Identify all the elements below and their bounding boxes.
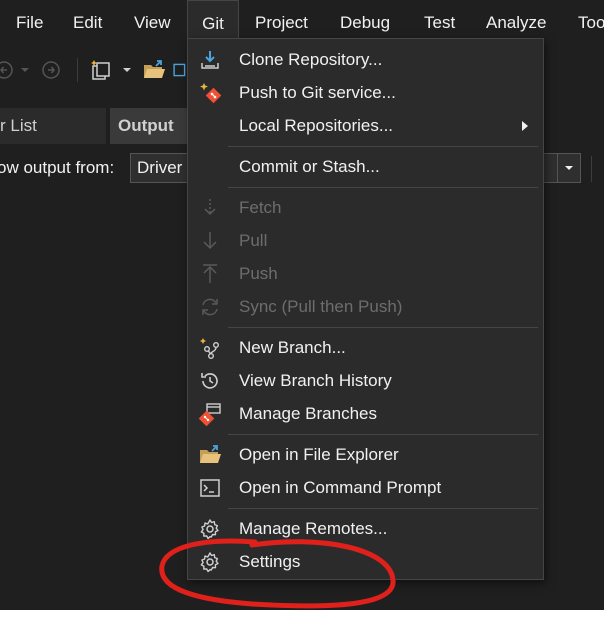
git-menu-dropdown: Clone Repository... Push to Git service.… [187, 38, 544, 580]
menu-item-push: Push [188, 257, 543, 290]
manage-branches-icon [196, 397, 224, 430]
menu-separator [228, 327, 538, 328]
menu-item-label: Push to Git service... [239, 83, 396, 102]
menu-item-sync: Sync (Pull then Push) [188, 290, 543, 323]
gear-icon [196, 545, 224, 578]
menu-item-label: Pull [239, 231, 268, 250]
pull-icon [196, 224, 224, 257]
git-push-service-icon [196, 76, 224, 109]
menu-item-label: Sync (Pull then Push) [239, 297, 403, 316]
menu-item-manage-remotes[interactable]: Manage Remotes... [188, 512, 543, 545]
ide-window: File Edit View Git Project Debug Test An… [0, 0, 604, 610]
menu-item-new-branch[interactable]: New Branch... [188, 331, 543, 364]
gear-icon [196, 512, 224, 545]
menu-item-label: Fetch [239, 198, 282, 217]
menu-item-label: Manage Branches [239, 404, 377, 423]
chevron-down-icon[interactable] [19, 45, 31, 95]
output-source-value: Driver [137, 158, 183, 177]
output-source-label: ow output from: [0, 158, 115, 177]
chevron-down-icon[interactable] [121, 45, 133, 95]
menu-item-open-in-command-prompt[interactable]: Open in Command Prompt [188, 471, 543, 504]
menu-separator [228, 187, 538, 188]
menu-view[interactable]: View [134, 0, 171, 45]
new-project-icon[interactable] [88, 45, 114, 95]
open-folder-icon[interactable] [141, 45, 167, 95]
chevron-right-icon [521, 109, 529, 142]
menu-item-label: Push [239, 264, 278, 283]
menu-file[interactable]: File [16, 0, 43, 45]
menu-item-clone-repository[interactable]: Clone Repository... [188, 43, 543, 76]
menu-item-label: Commit or Stash... [239, 157, 380, 176]
sync-icon [196, 290, 224, 323]
back-icon[interactable] [0, 45, 14, 95]
new-branch-icon [196, 331, 224, 364]
menu-tools[interactable]: Too [578, 0, 604, 45]
menu-item-push-to-git-service[interactable]: Push to Git service... [188, 76, 543, 109]
menu-item-fetch: Fetch [188, 191, 543, 224]
history-icon [196, 364, 224, 397]
menu-separator [228, 508, 538, 509]
menu-item-label: Manage Remotes... [239, 519, 388, 538]
tab-output[interactable]: Output [110, 108, 190, 144]
menu-separator [228, 434, 538, 435]
menu-item-label: Open in File Explorer [239, 445, 399, 464]
menu-separator [228, 146, 538, 147]
menu-item-view-branch-history[interactable]: View Branch History [188, 364, 543, 397]
tab-error-list[interactable]: r List [0, 108, 106, 144]
forward-icon[interactable] [39, 45, 63, 95]
menu-item-label: Clone Repository... [239, 50, 383, 69]
menu-item-label: View Branch History [239, 371, 392, 390]
menu-item-settings[interactable]: Settings [188, 545, 543, 578]
menu-item-local-repositories[interactable]: Local Repositories... [188, 109, 543, 142]
menu-item-label: Open in Command Prompt [239, 478, 442, 497]
menu-item-open-in-file-explorer[interactable]: Open in File Explorer [188, 438, 543, 471]
push-icon [196, 257, 224, 290]
fetch-icon [196, 191, 224, 224]
menu-edit[interactable]: Edit [73, 0, 102, 45]
menu-item-label: Local Repositories... [239, 116, 394, 135]
menu-item-commit-or-stash[interactable]: Commit or Stash... [188, 150, 543, 183]
clone-icon [196, 43, 224, 76]
folder-open-icon [196, 438, 224, 471]
divider [591, 156, 592, 182]
menu-item-label: Settings [239, 552, 301, 571]
menu-item-pull: Pull [188, 224, 543, 257]
chevron-down-icon[interactable] [557, 154, 580, 182]
terminal-icon [196, 471, 224, 504]
menu-item-label: New Branch... [239, 338, 346, 357]
save-icon[interactable] [172, 45, 186, 95]
menu-item-manage-branches[interactable]: Manage Branches [188, 397, 543, 430]
